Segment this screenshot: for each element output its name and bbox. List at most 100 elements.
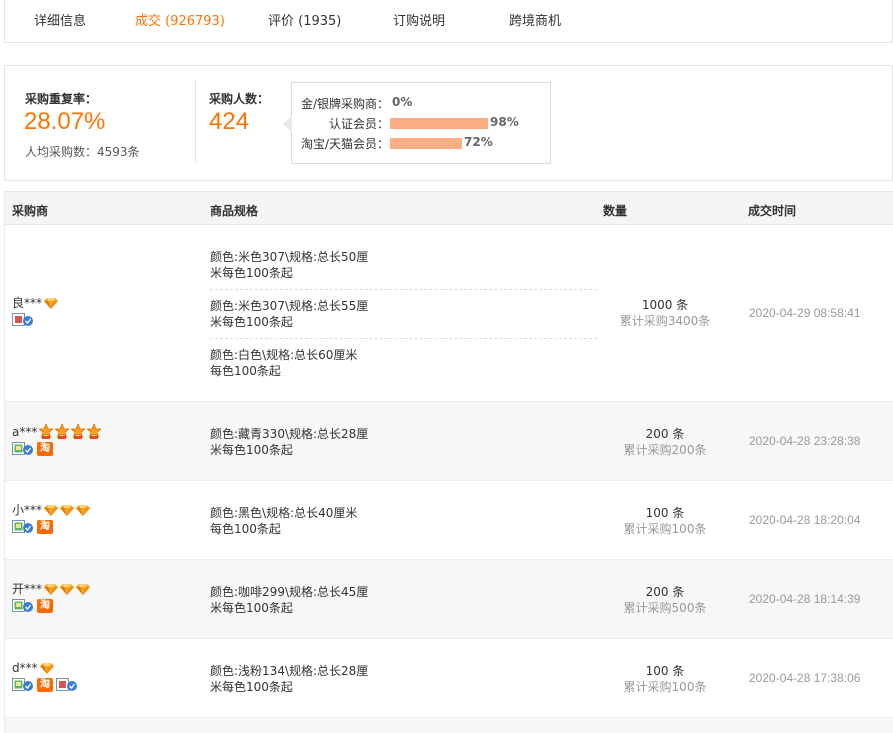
summary-divider	[195, 80, 196, 162]
spec-item: 颜色:咖啡299\规格:总长45厘 米每色100条起	[210, 585, 369, 615]
spec-cell: 颜色:藏青330\规格:总长28厘 米每色100条起	[210, 426, 597, 458]
member-row: 金/银牌采购商： 0%	[292, 95, 552, 111]
qty-total: 累计采购3400条	[619, 314, 711, 328]
repeat-rate-label: 采购重复率：	[25, 92, 98, 106]
buyer-name[interactable]: a***	[12, 425, 37, 439]
deal-time: 2020-04-28 17:38:06	[749, 671, 861, 685]
buyer-cell: 开*** 淘	[12, 582, 90, 613]
member-row: 认证会员： 98%	[292, 115, 552, 131]
member-bar	[390, 138, 462, 149]
deal-time: 2020-04-28 18:14:39	[749, 592, 861, 606]
transaction-table: 采购商 商品规格 数量 成交时间 良*** 颜色:米色307\规格:总长50厘 …	[4, 191, 893, 733]
buyer-name[interactable]: 开***	[12, 582, 42, 596]
qty-cell: 1000 条 累计采购3400条	[605, 297, 725, 329]
repeat-rate-value: 28.07%	[24, 108, 106, 135]
table-row: a*** 淘 颜色:藏青330\规格:总长28厘 米每色100条起 200 条 …	[5, 402, 893, 481]
tab-transactions[interactable]: 成交 (926793)	[135, 10, 225, 29]
spec-item: 颜色:浅粉134\规格:总长28厘 米每色100条起	[210, 664, 369, 694]
detail-tabs: 详细信息 成交 (926793) 评价 (1935) 订购说明 跨境商机	[4, 0, 893, 43]
crown-icon	[87, 424, 101, 439]
table-row: 小*** 淘 颜色:黑色\规格:总长40厘米 每色100条起 100 条 累计采…	[5, 481, 893, 560]
member-value: 72%	[464, 135, 493, 149]
buyer-count-label: 采购人数：	[209, 92, 270, 106]
member-label: 金/银牌采购商：	[300, 97, 389, 111]
verified-member-icon[interactable]	[12, 520, 34, 533]
verified-member-icon[interactable]	[12, 313, 34, 326]
spec-item: 颜色:米色307\规格:总长55厘 米每色100条起	[210, 299, 369, 329]
member-label: 淘宝/天猫会员：	[300, 137, 389, 151]
spec-item: 颜色:米色307\规格:总长50厘 米每色100条起	[210, 250, 369, 280]
diamond-icon	[44, 297, 58, 309]
purchase-summary: 采购重复率： 28.07% 人均采购数：4593条 采购人数： 424 金/银牌…	[4, 65, 893, 181]
spec-item: 颜色:藏青330\规格:总长28厘 米每色100条起	[210, 427, 369, 457]
diamond-icon	[60, 583, 74, 595]
taobao-icon[interactable]: 淘	[37, 678, 53, 692]
diamond-icon	[76, 583, 90, 595]
taobao-icon[interactable]: 淘	[37, 442, 53, 456]
qty-cell: 200 条 累计采购200条	[605, 426, 725, 458]
qty-value: 100 条	[645, 664, 685, 678]
qty-value: 1000 条	[641, 298, 689, 312]
buyer-cell: a*** 淘	[12, 424, 101, 456]
diamond-icon	[40, 662, 54, 674]
spec-cell: 颜色:黑色\规格:总长40厘米 每色100条起	[210, 505, 597, 537]
taobao-icon[interactable]: 淘	[37, 520, 53, 534]
table-row	[5, 718, 893, 733]
qty-value: 100 条	[645, 506, 685, 520]
table-row: d*** 淘 颜色:浅粉134\规格:总长28厘 米每色100条起 100 条 …	[5, 639, 893, 718]
tab-cross-border[interactable]: 跨境商机	[509, 10, 561, 29]
tab-order-notes[interactable]: 订购说明	[393, 10, 445, 29]
tab-details[interactable]: 详细信息	[34, 10, 86, 29]
qty-value: 200 条	[645, 585, 685, 599]
spec-item: 颜色:黑色\规格:总长40厘米 每色100条起	[210, 506, 358, 536]
diamond-icon	[44, 583, 58, 595]
diamond-icon	[44, 504, 58, 516]
table-row: 良*** 颜色:米色307\规格:总长50厘 米每色100条起 颜色:米色307…	[5, 225, 893, 402]
table-row: 开*** 淘 颜色:咖啡299\规格:总长45厘 米每色100条起 200 条 …	[5, 560, 893, 639]
spec-item: 颜色:白色\规格:总长60厘米 每色100条起	[210, 348, 358, 378]
member-label: 认证会员：	[328, 117, 389, 131]
buyer-count-value: 424	[209, 108, 250, 135]
deal-time: 2020-04-28 18:20:04	[749, 513, 861, 527]
header-buyer: 采购商	[12, 204, 49, 218]
crown-icon	[55, 424, 69, 439]
diamond-icon	[60, 504, 74, 516]
member-row: 淘宝/天猫会员： 72%	[292, 135, 552, 151]
verified-member-icon[interactable]	[12, 678, 34, 691]
qty-total: 累计采购500条	[623, 601, 707, 615]
member-breakdown: 金/银牌采购商： 0% 认证会员： 98% 淘宝/天猫会员： 72%	[283, 82, 552, 164]
qty-cell: 200 条 累计采购500条	[605, 584, 725, 616]
spec-cell: 颜色:米色307\规格:总长50厘 米每色100条起 颜色:米色307\规格:总…	[210, 249, 597, 379]
buyer-name[interactable]: 良***	[12, 296, 42, 310]
buyer-cell: 小*** 淘	[12, 503, 90, 534]
taobao-icon[interactable]: 淘	[37, 599, 53, 613]
header-time: 成交时间	[748, 204, 797, 218]
qty-cell: 100 条 累计采购100条	[605, 505, 725, 537]
member-value: 98%	[490, 115, 519, 129]
pointer-arrow	[283, 116, 292, 132]
qty-cell: 100 条 累计采购100条	[605, 663, 725, 695]
member-value: 0%	[392, 95, 413, 109]
verified-member-icon[interactable]	[12, 599, 34, 612]
table-header: 采购商 商品规格 数量 成交时间	[5, 191, 893, 225]
verified-member-icon[interactable]	[56, 678, 78, 691]
deal-time: 2020-04-28 23:28:38	[749, 434, 861, 448]
verified-member-icon[interactable]	[12, 442, 34, 455]
qty-total: 累计采购100条	[623, 680, 707, 694]
diamond-icon	[76, 504, 90, 516]
qty-total: 累计采购200条	[623, 443, 707, 457]
crown-icon	[71, 424, 85, 439]
avg-purchase: 人均采购数：4593条	[25, 145, 140, 159]
tab-reviews[interactable]: 评价 (1935)	[268, 10, 341, 29]
qty-total: 累计采购100条	[623, 522, 707, 536]
deal-time: 2020-04-29 08:58:41	[749, 306, 861, 320]
crown-icon	[39, 424, 53, 439]
member-bar	[390, 118, 488, 129]
spec-cell: 颜色:咖啡299\规格:总长45厘 米每色100条起	[210, 584, 597, 616]
qty-value: 200 条	[645, 427, 685, 441]
header-spec: 商品规格	[210, 204, 259, 218]
spec-cell: 颜色:浅粉134\规格:总长28厘 米每色100条起	[210, 663, 597, 695]
buyer-name[interactable]: d***	[12, 661, 38, 675]
buyer-cell: d*** 淘	[12, 661, 78, 692]
buyer-name[interactable]: 小***	[12, 503, 42, 517]
